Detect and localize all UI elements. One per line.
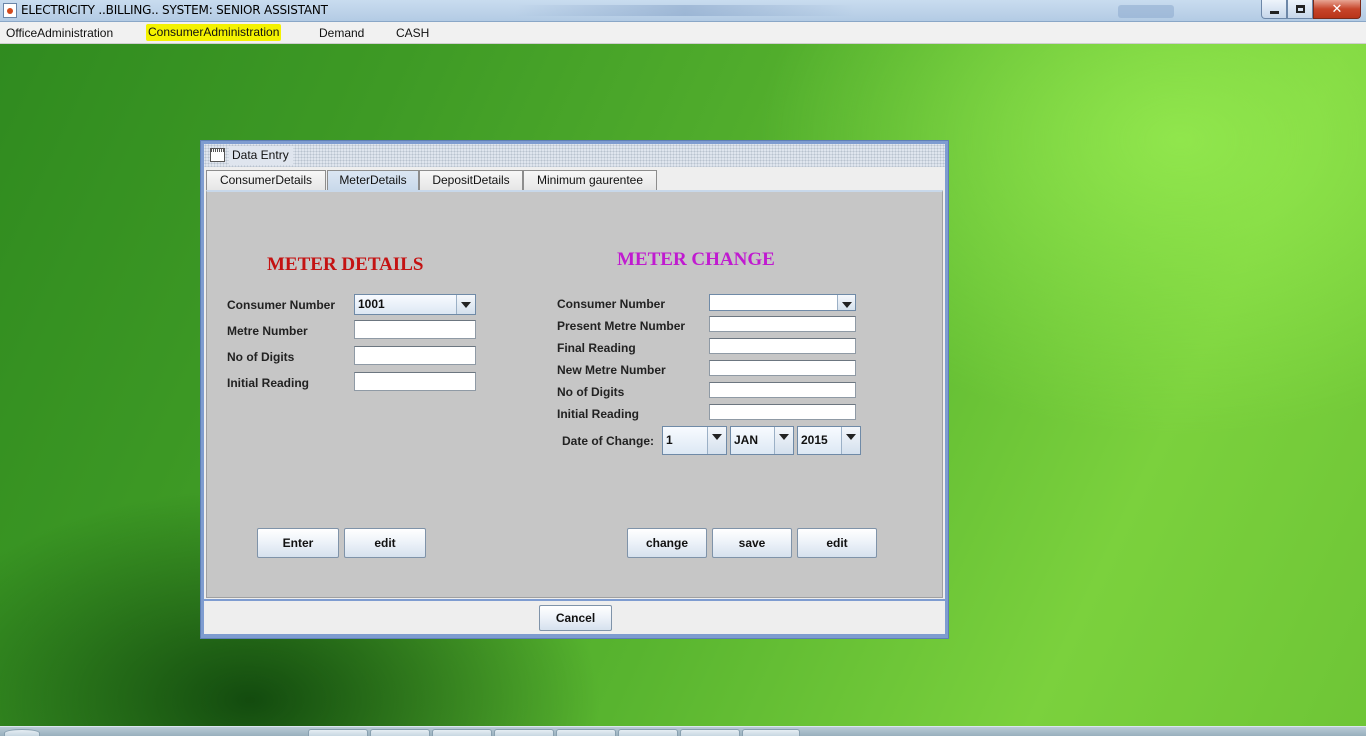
change-initial-reading-label: Initial Reading — [557, 407, 640, 421]
maximize-button[interactable] — [1287, 0, 1313, 19]
close-button[interactable]: ✕ — [1313, 0, 1361, 19]
final-reading-field[interactable] — [709, 338, 856, 354]
window-frame-icon — [210, 148, 225, 162]
edit-button[interactable]: edit — [344, 528, 426, 558]
data-entry-title: Data Entry — [229, 146, 293, 165]
start-button[interactable] — [4, 729, 40, 736]
meter-change-heading: METER CHANGE — [617, 249, 775, 270]
chevron-down-icon[interactable] — [841, 427, 860, 454]
final-reading-label: Final Reading — [557, 341, 636, 355]
consumer-number-combo[interactable]: 1001 — [354, 294, 476, 315]
maximize-icon — [1295, 5, 1305, 13]
change-no-of-digits-field[interactable] — [709, 382, 856, 398]
menu-demand[interactable]: Demand — [319, 26, 364, 40]
chevron-down-icon[interactable] — [837, 295, 855, 310]
month-value: JAN — [734, 433, 759, 447]
taskbar-item[interactable] — [680, 729, 740, 736]
inactive-title-ghost — [515, 5, 855, 16]
chevron-down-icon[interactable] — [774, 427, 793, 454]
menu-office-administration[interactable]: OfficeAdministration — [6, 26, 113, 40]
year-combo[interactable]: 2015 — [797, 426, 861, 455]
minimize-button[interactable] — [1261, 0, 1287, 19]
change-edit-button[interactable]: edit — [797, 528, 877, 558]
taskbar-item[interactable] — [742, 729, 800, 736]
change-button[interactable]: change — [627, 528, 707, 558]
chevron-down-icon[interactable] — [707, 427, 726, 454]
menu-consumer-administration[interactable]: ConsumerAdministration — [146, 24, 282, 41]
month-combo[interactable]: JAN — [730, 426, 794, 455]
year-value: 2015 — [801, 433, 828, 447]
new-metre-number-label: New Metre Number — [557, 363, 666, 377]
initial-reading-label: Initial Reading — [227, 376, 310, 390]
initial-reading-field[interactable] — [354, 372, 476, 391]
close-icon: ✕ — [1331, 1, 1343, 17]
data-entry-window: Data Entry ConsumerDetails MeterDetails … — [200, 140, 949, 639]
data-entry-body: ConsumerDetails MeterDetails DepositDeta… — [204, 167, 945, 634]
cancel-button[interactable]: Cancel — [539, 605, 612, 631]
tab-consumer-details[interactable]: ConsumerDetails — [206, 170, 326, 190]
present-metre-number-label: Present Metre Number — [557, 319, 686, 333]
tab-minimum-gaurentee[interactable]: Minimum gaurentee — [523, 170, 657, 190]
minimize-icon — [1269, 11, 1279, 14]
day-value: 1 — [666, 433, 673, 447]
inactive-title-ghost-2 — [1118, 5, 1174, 18]
change-consumer-number-combo[interactable] — [709, 294, 856, 311]
day-combo[interactable]: 1 — [662, 426, 727, 455]
date-of-change-label: Date of Change: — [562, 434, 655, 448]
meter-details-panel: METER DETAILS Consumer Number 1001 Metre… — [206, 190, 943, 598]
taskbar-item[interactable] — [556, 729, 616, 736]
no-of-digits-label: No of Digits — [227, 350, 295, 364]
metre-number-label: Metre Number — [227, 324, 308, 338]
meter-details-heading: METER DETAILS — [267, 254, 424, 275]
consumer-number-label: Consumer Number — [227, 298, 336, 312]
chevron-down-icon[interactable] — [456, 295, 475, 314]
data-entry-titlebar[interactable]: Data Entry — [204, 144, 945, 167]
footer-separator — [204, 599, 945, 601]
taskbar-item[interactable] — [432, 729, 492, 736]
change-no-of-digits-label: No of Digits — [557, 385, 625, 399]
tab-meter-details[interactable]: MeterDetails — [327, 170, 419, 191]
enter-button[interactable]: Enter — [257, 528, 339, 558]
new-metre-number-field[interactable] — [709, 360, 856, 376]
menu-cash[interactable]: CASH — [396, 26, 429, 40]
window-titlebar: ELECTRICITY ..BILLING.. SYSTEM: SENIOR A… — [0, 0, 1366, 22]
java-app-icon — [3, 3, 17, 18]
metre-number-field[interactable] — [354, 320, 476, 339]
taskbar — [0, 726, 1366, 736]
change-initial-reading-field[interactable] — [709, 404, 856, 420]
menu-bar: OfficeAdministration ConsumerAdministrat… — [0, 22, 1366, 44]
taskbar-item[interactable] — [618, 729, 678, 736]
window-title: ELECTRICITY ..BILLING.. SYSTEM: SENIOR A… — [21, 3, 328, 17]
taskbar-item[interactable] — [494, 729, 554, 736]
save-button[interactable]: save — [712, 528, 792, 558]
tab-deposit-details[interactable]: DepositDetails — [419, 170, 523, 190]
taskbar-item[interactable] — [370, 729, 430, 736]
present-metre-number-field[interactable] — [709, 316, 856, 332]
no-of-digits-field[interactable] — [354, 346, 476, 365]
change-consumer-number-label: Consumer Number — [557, 297, 666, 311]
consumer-number-value: 1001 — [358, 297, 385, 311]
taskbar-item[interactable] — [308, 729, 368, 736]
